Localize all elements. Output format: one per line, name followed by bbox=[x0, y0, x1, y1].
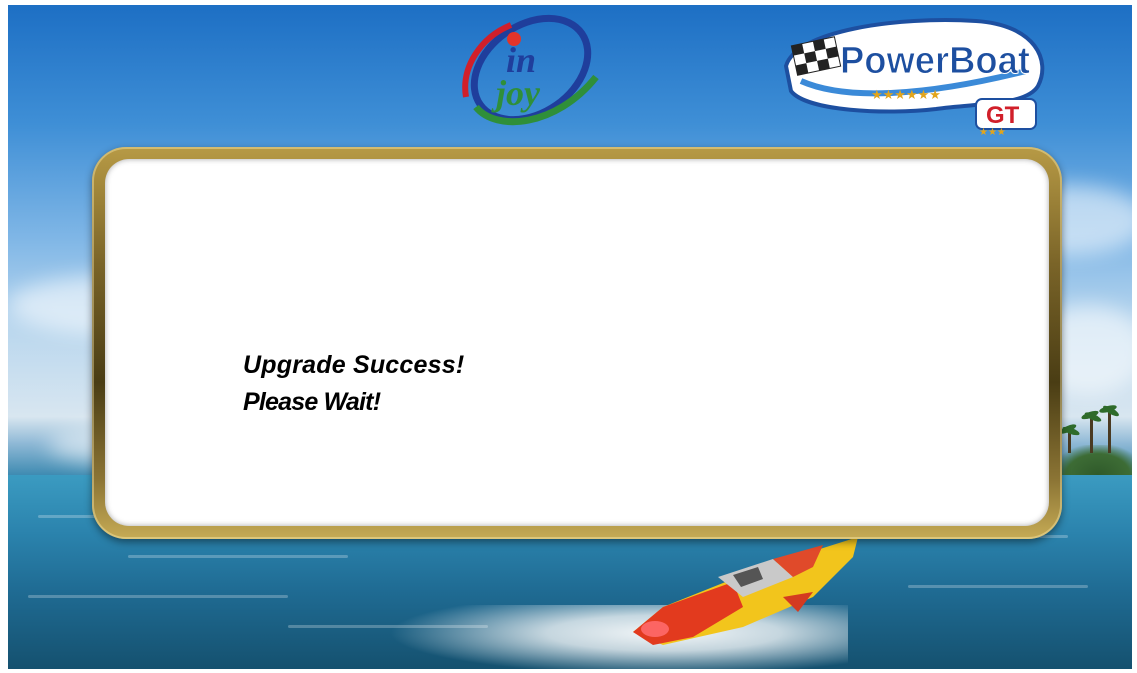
svg-text:GT: GT bbox=[986, 102, 1020, 129]
svg-text:★★★★★★: ★★★★★★ bbox=[871, 88, 941, 103]
svg-text:PowerBoat: PowerBoat bbox=[840, 40, 1030, 82]
palm-tree bbox=[1080, 409, 1103, 453]
svg-text:★★★: ★★★ bbox=[979, 127, 1006, 136]
powerboat-gt-logo: PowerBoat ★★★★★★ GT ★★★ bbox=[783, 18, 1045, 136]
svg-text:joy: joy bbox=[491, 73, 541, 113]
please-wait-message: Please Wait! bbox=[243, 388, 381, 416]
speedboat-image bbox=[633, 537, 858, 645]
palm-tree bbox=[1058, 422, 1081, 453]
message-dialog: Upgrade Success! Please Wait! bbox=[92, 147, 1062, 539]
palm-tree bbox=[1098, 403, 1121, 453]
game-screen: in joy PowerBoat ★★★★★★ GT ★★★ Upgrade S… bbox=[8, 5, 1132, 669]
message-dialog-body: Upgrade Success! Please Wait! bbox=[105, 159, 1049, 526]
injoy-logo: in joy bbox=[462, 14, 599, 126]
upgrade-success-message: Upgrade Success! bbox=[243, 351, 465, 379]
